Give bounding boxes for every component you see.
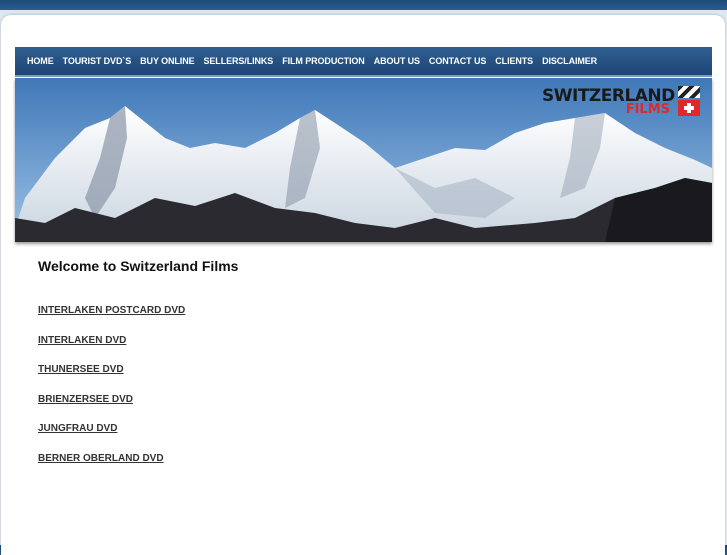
nav-clients[interactable]: CLIENTS [495, 56, 533, 66]
list-item: BERNER OBERLAND DVD [38, 448, 238, 478]
list-item: THUNERSEE DVD [38, 359, 238, 389]
main-nav: HOME TOURIST DVD`S BUY ONLINE SELLERS/LI… [15, 47, 712, 77]
nav-buy-online[interactable]: BUY ONLINE [140, 56, 194, 66]
nav-disclaimer[interactable]: DISCLAIMER [542, 56, 597, 66]
header-banner: SWITZERLAND FILMS [15, 78, 712, 242]
dvd-link-list: INTERLAKEN POSTCARD DVD INTERLAKEN DVD T… [38, 300, 238, 477]
main-content: Welcome to Switzerland Films INTERLAKEN … [38, 258, 238, 477]
nav-contact-us[interactable]: CONTACT US [429, 56, 486, 66]
link-berner-oberland-dvd[interactable]: BERNER OBERLAND DVD [38, 453, 164, 464]
nav-sellers-links[interactable]: SELLERS/LINKS [204, 56, 274, 66]
link-brienzersee-dvd[interactable]: BRIENZERSEE DVD [38, 394, 133, 405]
link-thunersee-dvd[interactable]: THUNERSEE DVD [38, 364, 124, 375]
nav-tourist-dvds[interactable]: TOURIST DVD`S [63, 56, 132, 66]
page-title: Welcome to Switzerland Films [38, 258, 239, 274]
swiss-flag-icon [678, 100, 700, 116]
nav-about-us[interactable]: ABOUT US [374, 56, 420, 66]
nav-home[interactable]: HOME [27, 56, 54, 66]
list-item: BRIENZERSEE DVD [38, 389, 238, 419]
site-logo[interactable]: SWITZERLAND FILMS [542, 86, 700, 118]
link-interlaken-postcard-dvd[interactable]: INTERLAKEN POSTCARD DVD [38, 305, 185, 316]
nav-film-production[interactable]: FILM PRODUCTION [282, 56, 365, 66]
link-jungfrau-dvd[interactable]: JUNGFRAU DVD [38, 423, 117, 434]
link-interlaken-dvd[interactable]: INTERLAKEN DVD [38, 335, 126, 346]
list-item: JUNGFRAU DVD [38, 418, 238, 448]
logo-text-bottom: FILMS [625, 102, 670, 117]
clapperboard-icon [678, 86, 700, 98]
list-item: INTERLAKEN DVD [38, 330, 238, 360]
list-item: INTERLAKEN POSTCARD DVD [38, 300, 238, 330]
